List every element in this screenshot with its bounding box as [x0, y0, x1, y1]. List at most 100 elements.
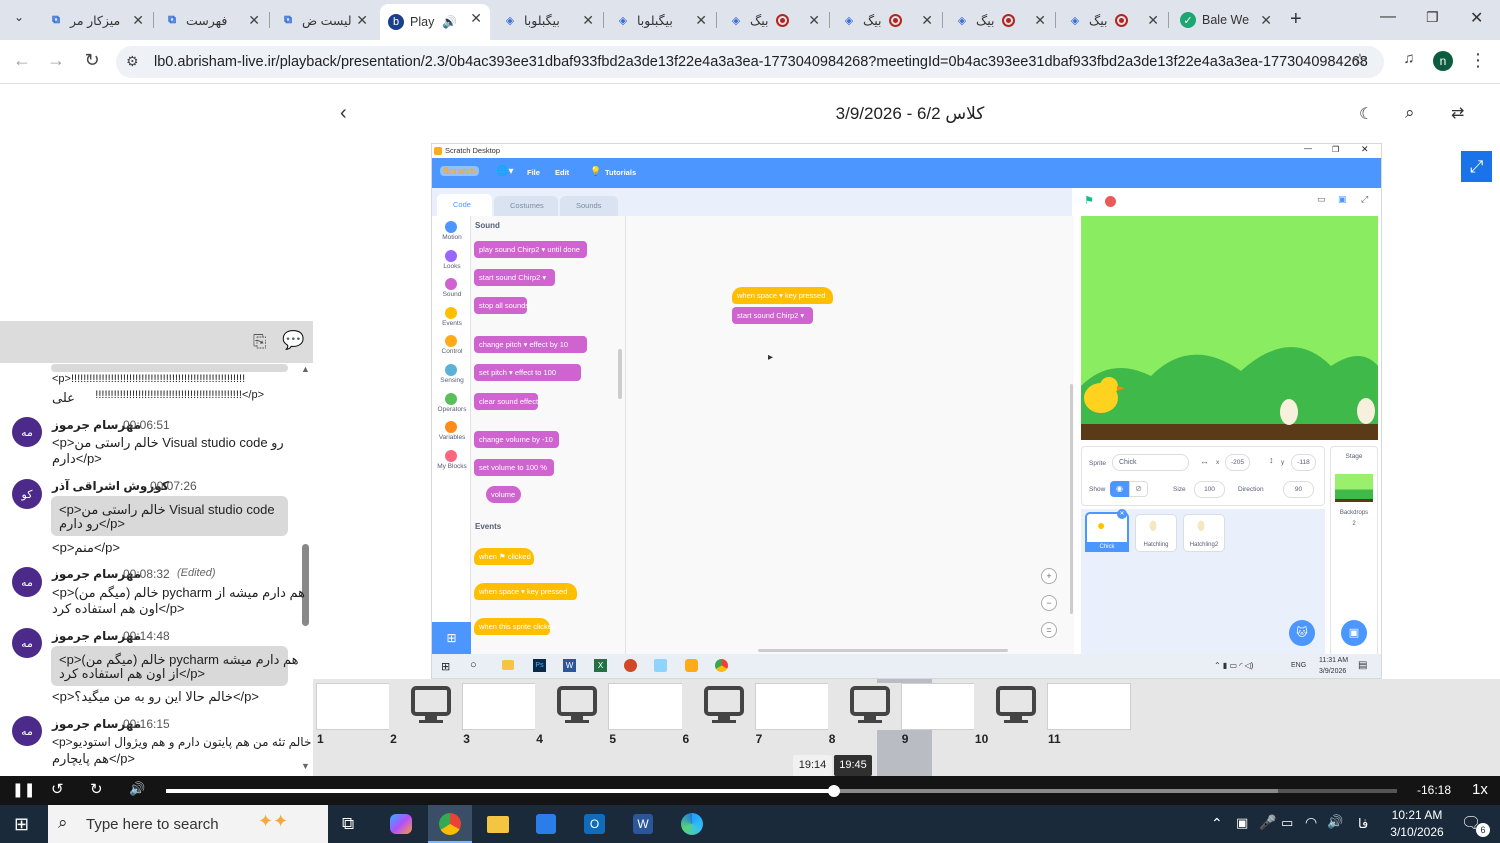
reload-icon[interactable]: ↻ — [80, 50, 104, 71]
close-icon[interactable]: ✕ — [470, 10, 482, 27]
file-explorer-icon[interactable] — [487, 816, 509, 833]
chat-bubbles-icon[interactable]: 💬 — [282, 330, 304, 351]
tab-search-button[interactable]: ⌄ — [8, 10, 30, 30]
browser-tab[interactable]: ✓ Bale We ✕ — [1172, 6, 1280, 34]
dark-mode-icon[interactable]: ☾ — [1359, 104, 1373, 124]
speaker-icon[interactable]: 🔊 — [442, 15, 457, 29]
slide-thumbnail[interactable] — [608, 683, 693, 730]
windows-taskbar: ⊞ ⌕ Type here to search ✦✦ ⧉ O W ⌃ ▣ 🎤 ▭… — [0, 805, 1500, 843]
scroll-up-arrow[interactable]: ▲ — [301, 364, 310, 374]
url-text[interactable]: lb0.abrisham-live.ir/playback/presentati… — [154, 54, 1368, 70]
close-icon[interactable]: ✕ — [248, 12, 260, 29]
browser-tab[interactable]: ◈ بیگبلوبا ✕ — [494, 6, 602, 34]
zoom-reset-icon: = — [1041, 622, 1057, 638]
tab-separator — [829, 12, 830, 28]
script-area — [626, 216, 1074, 656]
taskbar-clock-time[interactable]: 10:21 AM — [1385, 808, 1449, 822]
pause-icon[interactable]: ❚❚ — [12, 781, 35, 798]
block-clear-effects: clear sound effects — [474, 393, 542, 410]
meet-now-icon[interactable]: ▣ — [1236, 815, 1248, 831]
close-icon[interactable]: ✕ — [921, 12, 933, 29]
browser-tab[interactable]: ⧉ فهرست ✕ — [156, 6, 268, 34]
bluebutton-icon: ◈ — [731, 14, 741, 27]
slide-thumbnail[interactable] — [973, 683, 1058, 730]
close-icon[interactable]: ✕ — [1147, 12, 1159, 29]
slide-thumbnail[interactable] — [316, 683, 400, 730]
browser-tab[interactable]: ◈ بیگ ✕ — [833, 6, 941, 34]
new-tab-button[interactable]: + — [1290, 8, 1302, 31]
battery-icon[interactable]: ▭ — [1281, 815, 1293, 831]
chevron-left-icon[interactable]: ‹ — [340, 102, 347, 125]
slide-thumbnail[interactable] — [681, 683, 766, 730]
bookmark-star-icon[interactable]: ☆ — [1348, 50, 1372, 71]
close-icon[interactable]: ✕ — [1260, 12, 1272, 29]
browser-tab[interactable]: ⧉ لیست ض ✕ — [272, 6, 376, 34]
profile-avatar[interactable]: n — [1433, 51, 1453, 71]
menu-kebab-icon[interactable]: ⋮ — [1466, 50, 1490, 71]
search-icon: ⌕ — [58, 813, 68, 832]
slide-thumbnail[interactable] — [900, 683, 985, 730]
word-icon[interactable]: W — [633, 814, 653, 834]
slide-thumbnail[interactable] — [1047, 683, 1131, 730]
category-label: Variables — [438, 434, 466, 442]
wifi-icon[interactable]: ◠ — [1305, 814, 1317, 831]
search-icon[interactable]: ⌕ — [1405, 103, 1415, 123]
chrome-taskbar-active[interactable] — [428, 805, 472, 843]
slide-thumbnail[interactable] — [535, 683, 620, 730]
egg-sprite-icon: ⬮ — [1149, 518, 1158, 533]
seek-bar[interactable] — [166, 785, 1397, 797]
outlook-icon[interactable]: O — [584, 814, 605, 834]
taskbar-clock-date[interactable]: 3/10/2026 — [1385, 825, 1449, 839]
message-time: 00:16:15 — [123, 717, 170, 731]
copy-icon[interactable]: ⎘ — [253, 332, 267, 352]
scroll-down-arrow[interactable]: ▼ — [301, 761, 310, 771]
task-view-icon[interactable]: ⧉ — [342, 814, 354, 834]
seek-thumb[interactable] — [828, 785, 841, 797]
browser-tab[interactable]: ◈ بیگ ✕ — [720, 6, 828, 34]
chat-scrollbar[interactable]: ▲ ▼ — [300, 364, 312, 774]
close-icon[interactable]: ✕ — [132, 12, 144, 29]
restore-button[interactable]: ❐ — [1426, 9, 1439, 26]
minimize-button[interactable]: — — [1380, 8, 1396, 26]
windows-start-icon[interactable]: ⊞ — [14, 814, 29, 835]
speaker-icon[interactable]: 🔊 — [1327, 814, 1343, 830]
close-icon[interactable]: ✕ — [582, 12, 594, 29]
close-icon[interactable]: ✕ — [695, 12, 707, 29]
slide-thumbnail[interactable] — [462, 683, 547, 730]
store-icon[interactable] — [536, 814, 556, 834]
language-indicator[interactable]: فا — [1358, 816, 1368, 832]
chevron-up-icon[interactable]: ⌃ — [1211, 815, 1223, 832]
close-icon[interactable]: ✕ — [1034, 12, 1046, 29]
swap-layout-icon[interactable]: ⇄ — [1451, 103, 1464, 123]
slide-thumbnail[interactable] — [389, 683, 474, 730]
microphone-icon[interactable]: 🎤 — [1259, 814, 1276, 831]
browser-tab[interactable]: ⧉ میزکار مر ✕ — [40, 6, 152, 34]
window-close-button[interactable]: ✕ — [1470, 8, 1483, 28]
forward-icon[interactable]: → — [44, 50, 68, 71]
slide-thumbnail[interactable] — [754, 683, 839, 730]
site-info-icon[interactable]: ⚙ — [126, 53, 139, 70]
close-icon[interactable]: ✕ — [808, 12, 820, 29]
browser-tab[interactable]: ◈ بیگ ✕ — [946, 6, 1054, 34]
slide-thumbnail[interactable] — [827, 683, 912, 730]
forward-icon[interactable]: ↻ — [90, 780, 103, 798]
rewind-icon[interactable]: ↺ — [51, 780, 64, 798]
playback-speed[interactable]: 1x — [1472, 781, 1488, 798]
browser-tab[interactable]: ◈ بیگبلوبا ✕ — [607, 6, 715, 34]
add-sprite-button: 🐱 — [1289, 620, 1315, 646]
volume-icon[interactable]: 🔊 — [129, 781, 145, 797]
fullscreen-button[interactable]: ⤢ — [1461, 151, 1492, 182]
back-icon[interactable]: ← — [10, 50, 34, 71]
copilot-icon[interactable] — [390, 814, 412, 834]
tutorials-icon: 💡 — [590, 166, 602, 176]
tab-separator — [1055, 12, 1056, 28]
delete-sprite-icon: ✕ — [1117, 509, 1127, 519]
chat-message-text: علی — [52, 390, 75, 405]
browser-tab-active[interactable]: b Play 🔊 ✕ — [380, 4, 490, 40]
block-volume-reporter: volume — [486, 486, 521, 503]
browser-tab[interactable]: ◈ بیگ ✕ — [1059, 6, 1167, 34]
media-controls-icon[interactable]: ♫ — [1397, 50, 1421, 67]
edge-icon[interactable] — [681, 813, 703, 835]
taskbar-search-box[interactable]: ⌕ Type here to search ✦✦ — [48, 805, 328, 843]
close-icon[interactable]: ✕ — [356, 12, 368, 29]
